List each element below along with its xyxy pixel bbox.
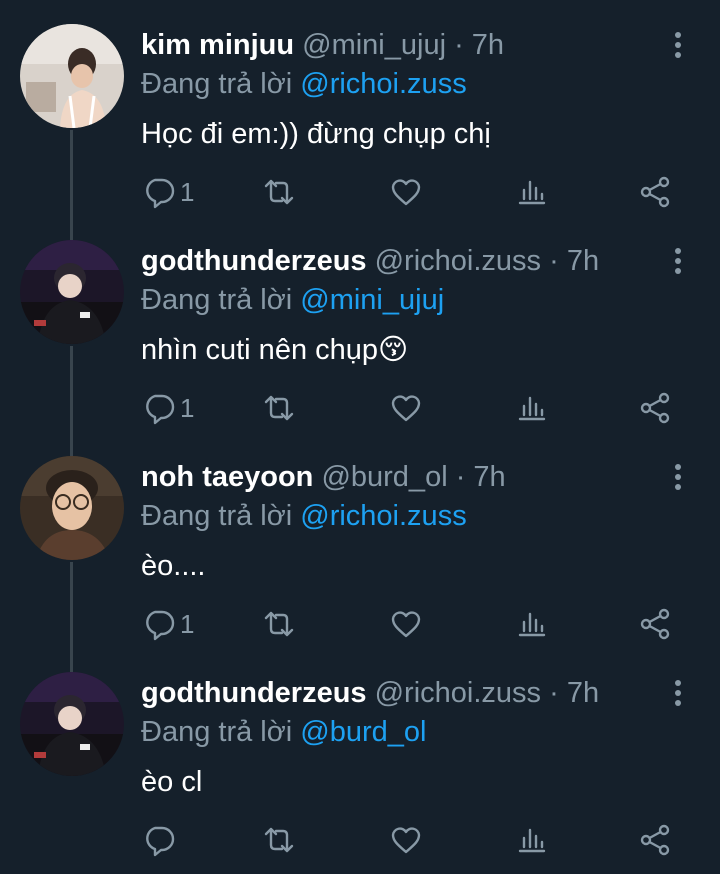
like-button[interactable] bbox=[389, 170, 423, 214]
share-button[interactable] bbox=[638, 170, 672, 214]
reply-button[interactable]: 1 bbox=[142, 170, 194, 214]
share-button[interactable] bbox=[638, 386, 672, 430]
avatar-photo-icon bbox=[20, 240, 124, 344]
reply-mention[interactable]: @burd_ol bbox=[300, 716, 426, 748]
action-bar: 1 bbox=[0, 170, 720, 220]
reply-icon bbox=[146, 178, 175, 209]
more-icon[interactable] bbox=[664, 460, 692, 494]
retweet-button[interactable] bbox=[262, 386, 296, 430]
tweet-header: godthunderzeus @richoi.zuss · 7h bbox=[141, 674, 599, 712]
avatar[interactable] bbox=[20, 240, 124, 344]
tweet-header: kim minjuu @mini_ujuj · 7h bbox=[141, 26, 504, 64]
reply-mention[interactable]: @richoi.zuss bbox=[300, 500, 466, 532]
share-icon bbox=[640, 608, 670, 640]
reply-button[interactable] bbox=[142, 818, 180, 862]
action-bar: 1 bbox=[0, 386, 720, 436]
reply-count: 1 bbox=[180, 608, 195, 639]
like-icon bbox=[391, 611, 421, 638]
more-icon[interactable] bbox=[664, 676, 692, 710]
stats-icon bbox=[518, 180, 546, 205]
timestamp[interactable]: · 7h bbox=[456, 461, 506, 493]
reply-count: 1 bbox=[180, 392, 195, 423]
retweet-icon bbox=[264, 395, 294, 421]
stats-icon bbox=[518, 828, 546, 853]
stats-icon bbox=[518, 396, 546, 421]
tweet[interactable]: noh taeyoon @burd_ol · 7h Đang trả lời @… bbox=[0, 432, 720, 648]
tweet[interactable]: kim minjuu @mini_ujuj · 7h Đang trả lời … bbox=[0, 0, 720, 216]
stats-button[interactable] bbox=[515, 818, 549, 862]
share-button[interactable] bbox=[638, 818, 672, 862]
retweet-icon bbox=[264, 827, 294, 853]
share-button[interactable] bbox=[638, 602, 672, 646]
tweet-header: godthunderzeus @richoi.zuss · 7h bbox=[141, 242, 599, 280]
reply-icon bbox=[146, 610, 175, 641]
author-handle[interactable]: @mini_ujuj bbox=[302, 29, 446, 61]
share-icon bbox=[640, 392, 670, 424]
author-name[interactable]: godthunderzeus bbox=[141, 677, 367, 709]
author-name[interactable]: godthunderzeus bbox=[141, 245, 367, 277]
avatar[interactable] bbox=[20, 672, 124, 776]
like-icon bbox=[391, 395, 421, 422]
reply-icon bbox=[146, 826, 175, 857]
reply-prefix: Đang trả lời bbox=[141, 68, 293, 100]
reply-button[interactable]: 1 bbox=[142, 386, 194, 430]
reply-prefix: Đang trả lời bbox=[141, 500, 293, 532]
retweet-button[interactable] bbox=[262, 602, 296, 646]
action-bar: 1 bbox=[0, 602, 720, 652]
share-icon bbox=[640, 176, 670, 208]
retweet-button[interactable] bbox=[262, 170, 296, 214]
tweet-text: èo.... bbox=[141, 550, 206, 582]
author-handle[interactable]: @burd_ol bbox=[321, 461, 447, 493]
reply-prefix: Đang trả lời bbox=[141, 716, 293, 748]
avatar-photo-icon bbox=[20, 24, 124, 128]
reply-context: Đang trả lời @richoi.zuss bbox=[141, 64, 467, 104]
retweet-icon bbox=[264, 611, 294, 637]
reply-prefix: Đang trả lời bbox=[141, 284, 293, 316]
stats-button[interactable] bbox=[515, 602, 549, 646]
timestamp[interactable]: · 7h bbox=[454, 29, 504, 61]
reply-context: Đang trả lời @mini_ujuj bbox=[141, 280, 444, 320]
reply-context: Đang trả lời @burd_ol bbox=[141, 712, 426, 752]
tweet-text: èo cl bbox=[141, 766, 203, 798]
like-icon bbox=[391, 827, 421, 854]
action-bar bbox=[0, 818, 720, 868]
tweet-text: nhìn cuti nên chụp😚 bbox=[141, 334, 409, 366]
stats-button[interactable] bbox=[515, 386, 549, 430]
retweet-icon bbox=[264, 179, 294, 205]
author-name[interactable]: kim minjuu bbox=[141, 29, 294, 61]
tweet[interactable]: godthunderzeus @richoi.zuss · 7h Đang tr… bbox=[0, 648, 720, 864]
author-handle[interactable]: @richoi.zuss bbox=[375, 677, 541, 709]
avatar[interactable] bbox=[20, 24, 124, 128]
timestamp[interactable]: · 7h bbox=[549, 245, 599, 277]
tweet-header: noh taeyoon @burd_ol · 7h bbox=[141, 458, 506, 496]
author-handle[interactable]: @richoi.zuss bbox=[375, 245, 541, 277]
avatar[interactable] bbox=[20, 456, 124, 560]
tweet-text: Học đi em:)) đừng chụp chị bbox=[141, 118, 491, 150]
reply-button[interactable]: 1 bbox=[142, 602, 194, 646]
stats-button[interactable] bbox=[515, 170, 549, 214]
avatar-photo-icon bbox=[20, 672, 124, 776]
like-button[interactable] bbox=[389, 818, 423, 862]
avatar-photo-icon bbox=[20, 456, 124, 560]
reply-mention[interactable]: @richoi.zuss bbox=[300, 68, 466, 100]
like-icon bbox=[391, 179, 421, 206]
more-icon[interactable] bbox=[664, 244, 692, 278]
more-icon[interactable] bbox=[664, 28, 692, 62]
timestamp[interactable]: · 7h bbox=[549, 677, 599, 709]
stats-icon bbox=[518, 612, 546, 637]
reply-icon bbox=[146, 394, 175, 425]
tweet[interactable]: godthunderzeus @richoi.zuss · 7h Đang tr… bbox=[0, 216, 720, 432]
share-icon bbox=[640, 824, 670, 856]
reply-count: 1 bbox=[180, 176, 195, 207]
like-button[interactable] bbox=[389, 386, 423, 430]
reply-mention[interactable]: @mini_ujuj bbox=[300, 284, 444, 316]
retweet-button[interactable] bbox=[262, 818, 296, 862]
like-button[interactable] bbox=[389, 602, 423, 646]
reply-context: Đang trả lời @richoi.zuss bbox=[141, 496, 467, 536]
author-name[interactable]: noh taeyoon bbox=[141, 461, 313, 493]
